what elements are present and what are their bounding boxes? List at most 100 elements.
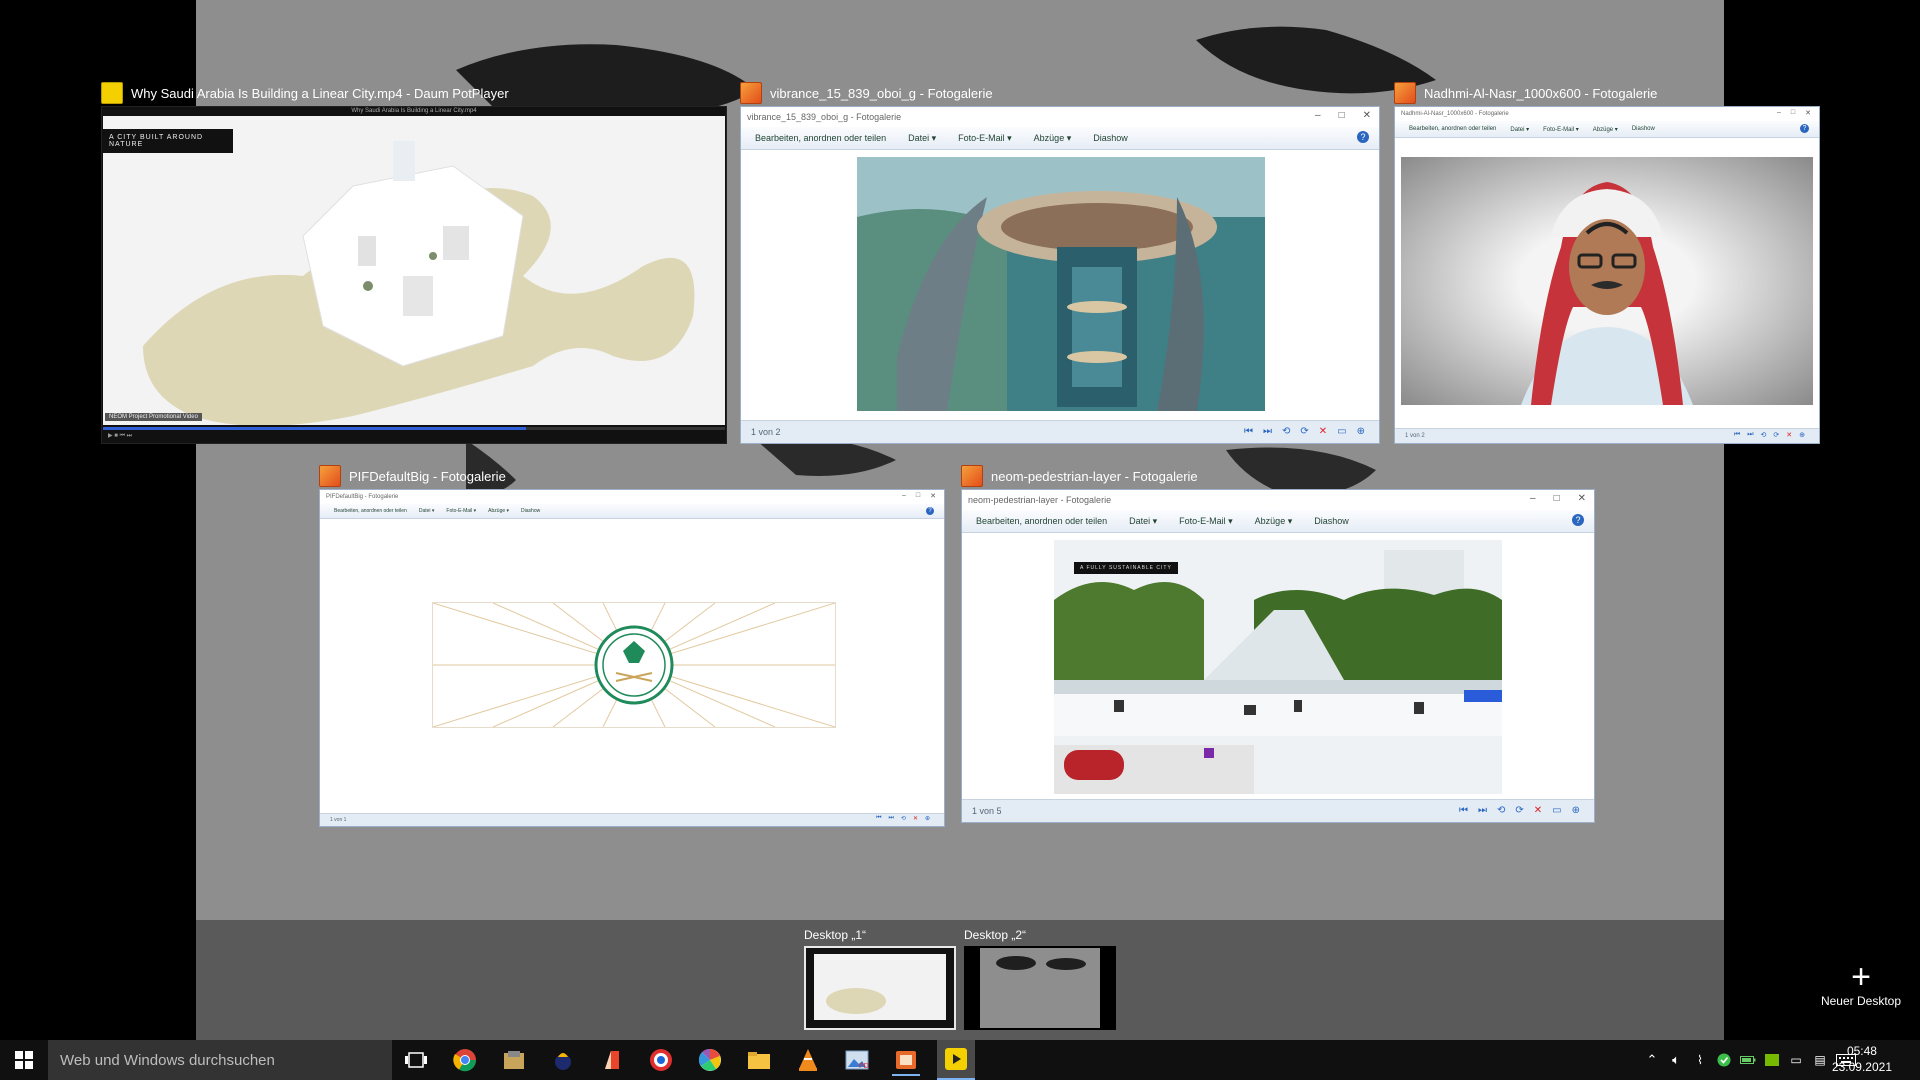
close-icon[interactable]: ✕ bbox=[1805, 109, 1811, 117]
task-view-icon[interactable] bbox=[402, 1046, 430, 1074]
file-explorer-icon[interactable] bbox=[745, 1046, 773, 1074]
window-fotogalerie-pif[interactable]: PIFDefaultBig - Fotogalerie PIFDefaultBi… bbox=[319, 465, 945, 827]
menu-prints[interactable]: Abzüge ▾ bbox=[1593, 126, 1618, 133]
slideshow-icon[interactable]: ▭ bbox=[1552, 805, 1561, 816]
help-icon[interactable]: ? bbox=[1357, 131, 1369, 143]
menu-slideshow[interactable]: Diashow bbox=[1093, 133, 1128, 143]
vlc-icon[interactable] bbox=[794, 1046, 822, 1074]
rotate-left-icon[interactable]: ⟲ bbox=[901, 815, 906, 822]
volume-icon[interactable]: 🔈︎ bbox=[1664, 1052, 1688, 1068]
menu-email[interactable]: Foto-E-Mail ▾ bbox=[958, 133, 1012, 144]
menu-file[interactable]: Datei ▾ bbox=[419, 508, 435, 514]
window-potplayer[interactable]: Why Saudi Arabia Is Building a Linear Ci… bbox=[101, 82, 727, 444]
window-fotogalerie-neom[interactable]: neom-pedestrian-layer - Fotogalerie neom… bbox=[961, 465, 1595, 823]
menu-organize[interactable]: Bearbeiten, anordnen oder teilen bbox=[976, 516, 1107, 526]
minimize-icon[interactable]: – bbox=[1315, 110, 1321, 121]
close-icon[interactable]: ✕ bbox=[1578, 493, 1586, 504]
zoom-icon[interactable]: ⊕ bbox=[925, 815, 930, 822]
desktop-2-thumbnail[interactable] bbox=[964, 946, 1116, 1030]
menu-slideshow[interactable]: Diashow bbox=[1632, 126, 1655, 132]
menu-file[interactable]: Datei ▾ bbox=[1510, 126, 1529, 133]
rotate-right-icon[interactable]: ⟳ bbox=[1300, 426, 1308, 437]
menu-organize[interactable]: Bearbeiten, anordnen oder teilen bbox=[755, 133, 886, 143]
picasa-icon[interactable] bbox=[696, 1046, 724, 1074]
rotate-left-icon[interactable]: ⟲ bbox=[1497, 805, 1505, 816]
maximize-icon[interactable]: □ bbox=[1554, 493, 1560, 504]
nvidia-icon[interactable] bbox=[1760, 1054, 1784, 1066]
desktop-1-thumbnail[interactable] bbox=[804, 946, 956, 1030]
minimize-icon[interactable]: – bbox=[1777, 109, 1781, 117]
desktop-1[interactable]: Desktop „1“ bbox=[804, 928, 956, 1030]
opera-icon[interactable] bbox=[647, 1046, 675, 1074]
delete-icon[interactable]: ✕ bbox=[913, 815, 918, 822]
help-icon[interactable]: ? bbox=[1800, 124, 1809, 133]
app-icon[interactable] bbox=[549, 1046, 577, 1074]
close-icon[interactable]: ✕ bbox=[1363, 110, 1371, 121]
next-icon[interactable]: ⏭ bbox=[1747, 431, 1753, 439]
start-button[interactable] bbox=[0, 1040, 48, 1080]
menu-file[interactable]: Datei ▾ bbox=[1129, 516, 1157, 527]
security-icon[interactable] bbox=[1712, 1053, 1736, 1067]
zoom-icon[interactable]: ⊕ bbox=[1572, 805, 1580, 816]
menu-organize[interactable]: Bearbeiten, anordnen oder teilen bbox=[1409, 126, 1496, 132]
new-desktop-button[interactable]: + Neuer Desktop bbox=[1816, 960, 1906, 1008]
acrobat-icon[interactable] bbox=[598, 1046, 626, 1074]
caption-buttons[interactable]: – □ ✕ bbox=[1315, 110, 1371, 121]
notifications-icon[interactable]: ▤ bbox=[1808, 1053, 1832, 1067]
caption-buttons[interactable]: – □ ✕ bbox=[1777, 109, 1811, 117]
menu-file[interactable]: Datei ▾ bbox=[908, 133, 936, 144]
seek-bar[interactable] bbox=[103, 427, 725, 430]
zoom-icon[interactable]: ⊕ bbox=[1799, 431, 1805, 439]
next-icon[interactable]: ⏭ bbox=[1478, 805, 1487, 816]
desktop-2[interactable]: Desktop „2“ bbox=[964, 928, 1116, 1030]
minimize-icon[interactable]: – bbox=[1530, 493, 1536, 504]
player-controls[interactable]: ▶ ■ ⏮ ⏭ bbox=[108, 432, 132, 440]
window-fotogalerie-vibrance[interactable]: vibrance_15_839_oboi_g - Fotogalerie vib… bbox=[740, 82, 1380, 444]
help-icon[interactable]: ? bbox=[926, 507, 934, 515]
file-archive-icon[interactable] bbox=[500, 1046, 528, 1074]
caption-buttons[interactable]: – □ ✕ bbox=[902, 492, 936, 500]
maximize-icon[interactable]: □ bbox=[1339, 110, 1345, 121]
rotate-left-icon[interactable]: ⟲ bbox=[1761, 431, 1767, 439]
menu-email[interactable]: Foto-E-Mail ▾ bbox=[1543, 126, 1579, 133]
chevron-up-icon[interactable]: ⌃ bbox=[1640, 1052, 1664, 1068]
chrome-icon[interactable] bbox=[451, 1046, 479, 1074]
display-icon[interactable]: ▭ bbox=[1784, 1053, 1808, 1067]
potplayer-taskbar-icon[interactable] bbox=[937, 1040, 975, 1080]
minimize-icon[interactable]: – bbox=[902, 492, 906, 500]
next-icon[interactable]: ⏭ bbox=[1263, 426, 1272, 437]
menu-slideshow[interactable]: Diashow bbox=[1314, 516, 1349, 526]
caption-buttons[interactable]: – □ ✕ bbox=[1530, 493, 1586, 504]
maximize-icon[interactable]: □ bbox=[916, 492, 920, 500]
delete-icon[interactable]: ✕ bbox=[1319, 426, 1327, 437]
battery-icon[interactable] bbox=[1736, 1055, 1760, 1065]
menu-email[interactable]: Foto-E-Mail ▾ bbox=[1179, 516, 1233, 527]
next-icon[interactable]: ⏭ bbox=[889, 815, 894, 822]
photo-gallery-taskbar-icon[interactable] bbox=[892, 1046, 920, 1076]
viewer-controls[interactable]: ⏮ ⏭ ⟲ ⟳ ✕ ▭ ⊕ bbox=[1459, 805, 1580, 816]
menu-prints[interactable]: Abzüge ▾ bbox=[1255, 516, 1293, 527]
menu-email[interactable]: Foto-E-Mail ▾ bbox=[446, 508, 476, 514]
window-fotogalerie-nadhmi[interactable]: Nadhmi-Al-Nasr_1000x600 - Fotogalerie Na… bbox=[1394, 82, 1820, 444]
previous-icon[interactable]: ⏮ bbox=[1734, 431, 1740, 439]
zoom-icon[interactable]: ⊕ bbox=[1357, 426, 1365, 437]
close-icon[interactable]: ✕ bbox=[930, 492, 936, 500]
previous-icon[interactable]: ⏮ bbox=[1459, 805, 1468, 816]
slideshow-icon[interactable]: ▭ bbox=[1337, 426, 1346, 437]
network-icon[interactable]: ⌇ bbox=[1688, 1053, 1712, 1067]
viewer-controls[interactable]: ⏮ ⏭ ⟲ ⟳ ✕ ⊕ bbox=[1734, 431, 1805, 439]
previous-icon[interactable]: ⏮ bbox=[1244, 426, 1253, 437]
menu-slideshow[interactable]: Diashow bbox=[521, 508, 540, 514]
delete-icon[interactable]: ✕ bbox=[1534, 805, 1542, 816]
menu-prints[interactable]: Abzüge ▾ bbox=[1034, 133, 1072, 144]
rotate-right-icon[interactable]: ⟳ bbox=[1773, 431, 1779, 439]
menu-organize[interactable]: Bearbeiten, anordnen oder teilen bbox=[334, 508, 407, 514]
rotate-left-icon[interactable]: ⟲ bbox=[1282, 426, 1290, 437]
photo-viewer-icon[interactable]: PDF bbox=[843, 1046, 871, 1074]
search-box[interactable]: Web und Windows durchsuchen bbox=[48, 1040, 392, 1080]
maximize-icon[interactable]: □ bbox=[1791, 109, 1795, 117]
delete-icon[interactable]: ✕ bbox=[1786, 431, 1792, 439]
viewer-controls[interactable]: ⏮ ⏭ ⟲ ⟳ ✕ ▭ ⊕ bbox=[1244, 426, 1365, 437]
help-icon[interactable]: ? bbox=[1572, 514, 1584, 526]
clock[interactable]: 05:48 23.09.2021 bbox=[1832, 1043, 1892, 1075]
